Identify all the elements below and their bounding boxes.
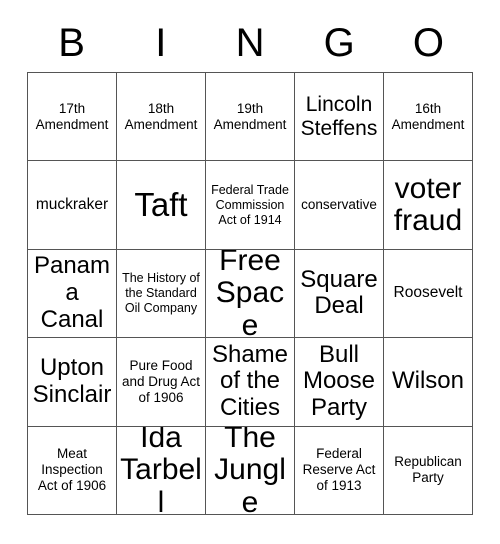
bingo-cell-label: Upton Sinclair bbox=[32, 354, 112, 408]
bingo-cell-label: 19th Amendment bbox=[213, 100, 287, 132]
bingo-cell-label: The History of the Standard Oil Company bbox=[122, 270, 200, 315]
bingo-cell-label: conservative bbox=[301, 197, 377, 212]
bingo-cell-label: voter fraud bbox=[393, 171, 463, 238]
bingo-cell[interactable]: The History of the Standard Oil Company bbox=[117, 249, 206, 339]
bingo-free-space-cell[interactable]: Free Space bbox=[206, 249, 295, 339]
bingo-cell-label: 16th Amendment bbox=[391, 100, 465, 132]
bingo-cell-label: Meat Inspection Act of 1906 bbox=[37, 446, 107, 494]
bingo-cell[interactable]: Federal Reserve Act of 1913 bbox=[295, 426, 384, 515]
bingo-cell-label: Ida Tarbell bbox=[120, 426, 202, 515]
bingo-cell[interactable]: Bull Moose Party bbox=[295, 338, 384, 427]
bingo-cell-label: Wilson bbox=[391, 367, 464, 395]
bingo-header-letter-b: B bbox=[58, 21, 85, 65]
bingo-cell[interactable]: voter fraud bbox=[384, 161, 473, 250]
bingo-cell-label: Republican Party bbox=[394, 454, 462, 486]
bingo-cell-label: Federal Reserve Act of 1913 bbox=[302, 446, 376, 494]
bingo-cell-label: 17th Amendment bbox=[35, 100, 109, 132]
bingo-cell[interactable]: Pure Food and Drug Act of 1906 bbox=[117, 338, 206, 427]
bingo-cell[interactable]: Square Deal bbox=[295, 249, 384, 339]
bingo-card: B I N G O 17th Amendment 18th Amendment … bbox=[0, 0, 500, 544]
bingo-cell-label: Free Space bbox=[215, 249, 285, 339]
bingo-cell-label: Lincoln Steffens bbox=[300, 92, 378, 140]
bingo-cell-label: Federal Trade Commission Act of 1914 bbox=[211, 182, 289, 227]
bingo-header-letter-i: I bbox=[155, 21, 167, 65]
bingo-cell[interactable]: conservative bbox=[295, 161, 384, 250]
bingo-cell[interactable]: 19th Amendment bbox=[206, 73, 295, 162]
bingo-header-letter-n: N bbox=[235, 21, 265, 65]
bingo-cell-label: Pure Food and Drug Act of 1906 bbox=[121, 357, 201, 405]
bingo-cell-label: 18th Amendment bbox=[124, 100, 198, 132]
bingo-cell[interactable]: Roosevelt bbox=[384, 249, 473, 339]
bingo-cell[interactable]: Wilson bbox=[384, 338, 473, 427]
bingo-cell[interactable]: Panama Canal bbox=[28, 249, 117, 339]
bingo-cell[interactable]: 16th Amendment bbox=[384, 73, 473, 162]
bingo-cell[interactable]: Federal Trade Commission Act of 1914 bbox=[206, 161, 295, 250]
bingo-cell[interactable]: Ida Tarbell bbox=[117, 426, 206, 515]
bingo-cell-label: Shame of the Cities bbox=[211, 340, 289, 422]
bingo-cell[interactable]: Republican Party bbox=[384, 426, 473, 515]
bingo-cell[interactable]: 17th Amendment bbox=[28, 73, 117, 162]
bingo-cell[interactable]: Lincoln Steffens bbox=[295, 73, 384, 162]
bingo-header-letter-o: O bbox=[412, 21, 444, 65]
bingo-cell[interactable]: Shame of the Cities bbox=[206, 338, 295, 427]
bingo-header-row: B I N G O bbox=[27, 14, 473, 72]
bingo-cell-label: Panama Canal bbox=[33, 252, 111, 333]
bingo-cell-label: Roosevelt bbox=[393, 284, 463, 302]
bingo-cell[interactable]: Meat Inspection Act of 1906 bbox=[28, 426, 117, 515]
bingo-cell-label: Bull Moose Party bbox=[302, 340, 376, 422]
bingo-cell-label: Taft bbox=[134, 185, 188, 223]
bingo-cell-label: The Jungle bbox=[214, 426, 286, 515]
bingo-cell[interactable]: muckraker bbox=[28, 161, 117, 250]
bingo-header-letter-g: G bbox=[323, 21, 355, 65]
bingo-cell-label: Square Deal bbox=[300, 265, 378, 320]
bingo-grid: 17th Amendment 18th Amendment 19th Amend… bbox=[27, 72, 473, 515]
bingo-cell[interactable]: Taft bbox=[117, 161, 206, 250]
bingo-cell[interactable]: Upton Sinclair bbox=[28, 338, 117, 427]
bingo-cell-label: muckraker bbox=[35, 195, 109, 213]
bingo-cell[interactable]: 18th Amendment bbox=[117, 73, 206, 162]
bingo-cell[interactable]: The Jungle bbox=[206, 426, 295, 515]
